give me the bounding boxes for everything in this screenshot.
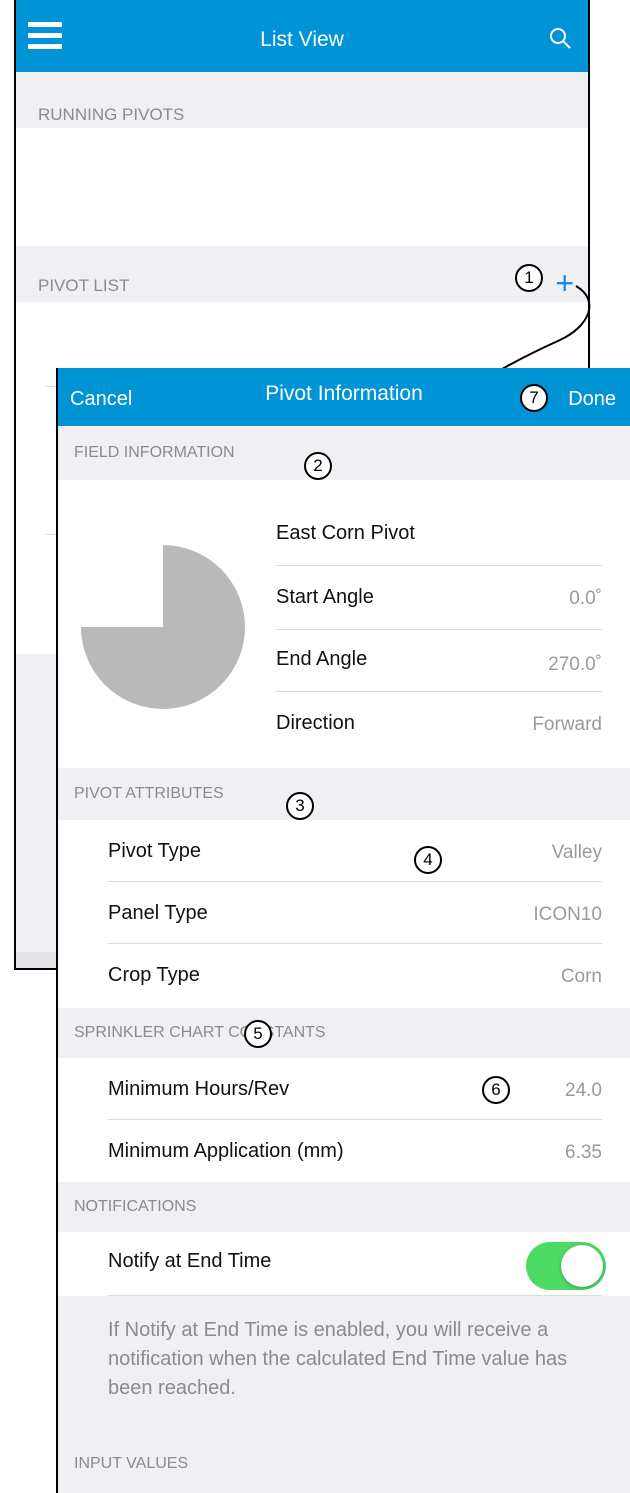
start-angle-value: 0.0˚ <box>569 588 602 609</box>
panel-type-value: ICON10 <box>533 904 602 925</box>
notifications-header: NOTIFICATIONS <box>58 1182 630 1232</box>
pivot-attributes-header-label: PIVOT ATTRIBUTES <box>74 785 224 802</box>
callout-6: 6 <box>482 1076 510 1104</box>
toggle-knob <box>561 1245 603 1287</box>
end-angle-row[interactable]: End Angle 270.0˚ <box>276 630 602 692</box>
panel-type-label: Panel Type <box>108 902 208 924</box>
minimum-application-row[interactable]: Minimum Application (mm) 6.35 <box>58 1120 630 1182</box>
notify-end-time-label: Notify at End Time <box>108 1250 272 1272</box>
callout-3: 3 <box>286 792 314 820</box>
minimum-application-label: Minimum Application (mm) <box>108 1140 344 1162</box>
notifications-header-label: NOTIFICATIONS <box>74 1198 197 1215</box>
start-angle-row[interactable]: Start Angle 0.0˚ <box>276 568 602 630</box>
notify-end-time-row: Notify at End Time <box>58 1232 630 1296</box>
direction-value: Forward <box>532 714 602 735</box>
end-angle-value: 270.0˚ <box>548 654 602 675</box>
direction-label: Direction <box>276 712 355 734</box>
row-divider <box>276 691 602 692</box>
pie-slice <box>81 545 245 709</box>
pivot-type-row[interactable]: Pivot Type Valley <box>58 820 630 882</box>
sprinkler-chart-constants-header: SPRINKLER CHART CONSTANTS <box>58 1008 630 1058</box>
minimum-hours-label: Minimum Hours/Rev <box>108 1078 290 1100</box>
callout-5: 5 <box>244 1020 272 1048</box>
pivot-attributes-header: PIVOT ATTRIBUTES <box>58 768 630 820</box>
crop-type-row[interactable]: Crop Type Corn <box>58 944 630 1008</box>
callout-4: 4 <box>414 846 442 874</box>
callout-2: 2 <box>304 452 332 480</box>
field-information-section: East Corn Pivot Start Angle 0.0˚ End Ang… <box>58 480 630 768</box>
end-angle-label: End Angle <box>276 648 368 670</box>
minimum-hours-value: 24.0 <box>565 1080 602 1101</box>
pivot-type-label: Pivot Type <box>108 840 202 862</box>
row-divider <box>108 1295 602 1296</box>
notifications-section: Notify at End Time <box>58 1232 630 1296</box>
callout-7: 7 <box>520 384 548 412</box>
field-information-header: FIELD INFORMATION <box>58 426 630 480</box>
pivot-coverage-pie <box>81 545 245 709</box>
callout-arrow <box>448 285 591 405</box>
field-name-row[interactable]: East Corn Pivot <box>276 504 602 566</box>
pivot-attributes-section: Pivot Type Valley Panel Type ICON10 Crop… <box>58 820 630 1008</box>
minimum-hours-row[interactable]: Minimum Hours/Rev 24.0 <box>58 1058 630 1120</box>
pivot-information-screen: Cancel Pivot Information Done FIELD INFO… <box>56 368 630 1493</box>
notify-end-time-toggle[interactable] <box>526 1242 606 1290</box>
input-values-header: INPUT VALUES <box>58 1425 630 1472</box>
done-button[interactable]: Done <box>568 388 616 411</box>
start-angle-label: Start Angle <box>276 586 374 608</box>
notification-note: If Notify at End Time is enabled, you wi… <box>58 1296 630 1425</box>
field-information-header-label: FIELD INFORMATION <box>74 444 235 461</box>
panel-type-row[interactable]: Panel Type ICON10 <box>58 882 630 944</box>
row-divider <box>276 565 602 566</box>
crop-type-label: Crop Type <box>108 964 200 986</box>
crop-type-value: Corn <box>560 966 602 987</box>
minimum-application-value: 6.35 <box>565 1142 602 1163</box>
callout-1: 1 <box>515 264 543 292</box>
sprinkler-chart-constants-section: Minimum Hours/Rev 24.0 Minimum Applicati… <box>58 1058 630 1182</box>
sprinkler-chart-constants-header-label: SPRINKLER CHART CONSTANTS <box>74 1024 326 1041</box>
pivot-type-value: Valley <box>551 842 602 863</box>
input-values-header-label: INPUT VALUES <box>74 1455 189 1472</box>
direction-row[interactable]: Direction Forward <box>276 694 602 756</box>
field-name: East Corn Pivot <box>276 522 415 544</box>
